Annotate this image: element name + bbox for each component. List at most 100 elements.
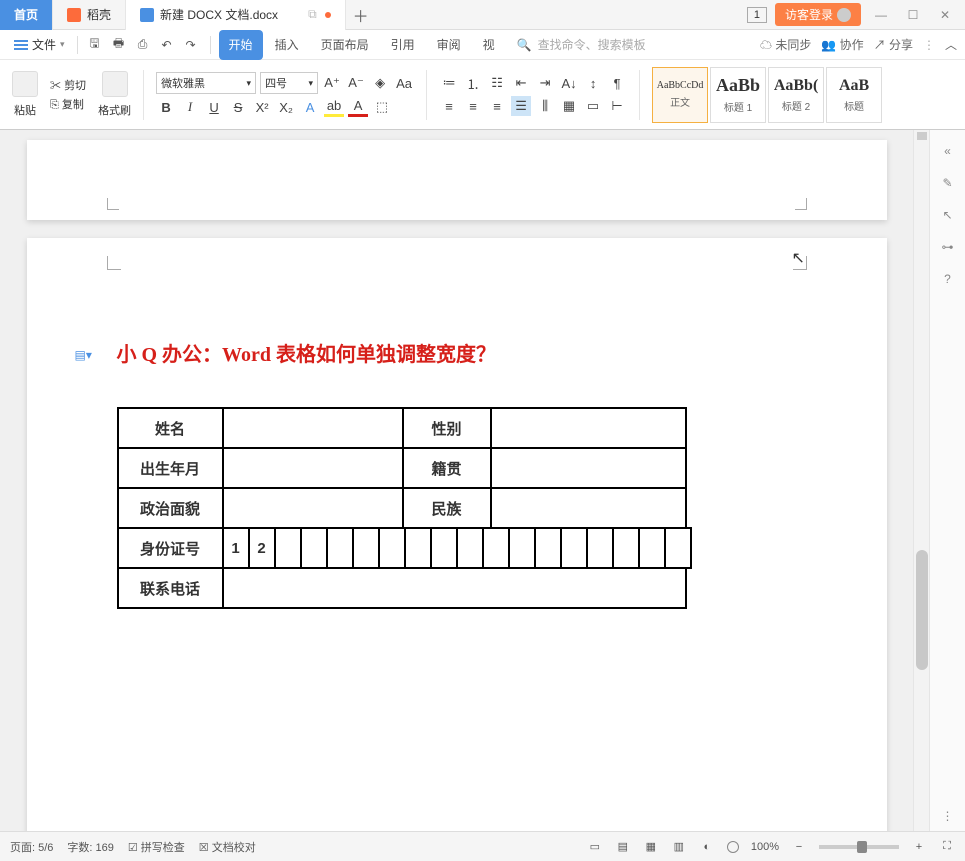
paste-button[interactable]: 粘贴 [8, 65, 42, 125]
pen-icon[interactable]: ✎ [942, 176, 952, 190]
close-button[interactable]: ✕ [933, 8, 957, 22]
cell-phone-label[interactable]: 联系电话 [118, 568, 223, 608]
file-menu[interactable]: 文件▾ [8, 36, 71, 53]
tabstop-icon[interactable]: ⊢ [607, 96, 627, 116]
cell-birth-label[interactable]: 出生年月 [118, 448, 223, 488]
align-left-icon[interactable]: ≡ [439, 96, 459, 116]
zoom-slider[interactable] [819, 845, 899, 849]
linespacing-icon[interactable]: ↕ [583, 73, 603, 93]
rail-more-icon[interactable]: ⋮ [942, 809, 954, 823]
id-digit[interactable] [457, 528, 483, 568]
showmarks-icon[interactable]: ¶ [607, 73, 627, 93]
align-justify-icon[interactable]: ☰ [511, 96, 531, 116]
zoom-out-icon[interactable]: − [791, 839, 807, 855]
font-select[interactable]: 微软雅黑▾ [156, 72, 256, 94]
new-tab-button[interactable]: ＋ [346, 3, 376, 27]
proofread-button[interactable]: ☒ 文档校对 [199, 839, 256, 855]
charbg-button[interactable]: ⬚ [372, 97, 392, 117]
rail-collapse-icon[interactable]: « [944, 144, 951, 158]
tab-reference[interactable]: 引用 [381, 30, 425, 60]
change-case-icon[interactable]: Aa [394, 73, 414, 93]
section-icon[interactable]: ▤▾ [75, 348, 93, 362]
decrease-font-icon[interactable]: A⁻ [346, 73, 366, 93]
id-digit[interactable] [301, 528, 327, 568]
maximize-button[interactable]: ☐ [901, 8, 925, 22]
bold-button[interactable]: B [156, 97, 176, 117]
tab-insert[interactable]: 插入 [265, 30, 309, 60]
readmode-icon[interactable]: ▭ [587, 839, 603, 855]
strike-button[interactable]: S [228, 97, 248, 117]
id-digit[interactable] [379, 528, 405, 568]
info-table[interactable]: 姓名 性别 出生年月 籍贯 政治面貌 民族 [117, 407, 687, 529]
shading-icon[interactable]: ▦ [559, 96, 579, 116]
id-digit[interactable] [535, 528, 561, 568]
id-digit[interactable] [405, 528, 431, 568]
undo-icon[interactable]: ↶ [156, 34, 178, 56]
distribute-icon[interactable]: ⫼ [535, 96, 555, 116]
zoom-in-icon[interactable]: + [911, 839, 927, 855]
format-brush-button[interactable]: 格式刷 [94, 65, 135, 125]
tab-view[interactable]: 视 [473, 30, 505, 60]
word-count[interactable]: 字数: 169 [67, 839, 113, 855]
clear-format-icon[interactable]: ◈ [370, 73, 390, 93]
id-digit[interactable]: 1 [223, 528, 249, 568]
cell-political-label[interactable]: 政治面貌 [118, 488, 223, 528]
cell-native-value[interactable] [491, 448, 686, 488]
outline-icon[interactable]: ▥ [671, 839, 687, 855]
cell-nation-label[interactable]: 民族 [403, 488, 491, 528]
align-center-icon[interactable]: ≡ [463, 96, 483, 116]
unsync-button[interactable]: ☁ 未同步 [760, 36, 811, 53]
id-digit[interactable] [665, 528, 691, 568]
id-digit[interactable] [483, 528, 509, 568]
redo-icon[interactable]: ↷ [180, 34, 202, 56]
fullscreen-icon[interactable]: ⛶ [939, 839, 955, 855]
bullets-icon[interactable]: ≔ [439, 73, 459, 93]
minimize-button[interactable]: — [869, 8, 893, 22]
document-scroll[interactable]: ▤▾ ↖ 小 Q 办公：Word 表格如何单独调整宽度？ 姓名 性别 出生年月 … [0, 130, 913, 831]
tab-review[interactable]: 审阅 [427, 30, 471, 60]
cell-sex-value[interactable] [491, 408, 686, 448]
cell-political-value[interactable] [223, 488, 403, 528]
id-digit[interactable] [327, 528, 353, 568]
id-digit[interactable]: 2 [249, 528, 275, 568]
cell-sex-label[interactable]: 性别 [403, 408, 491, 448]
share-button[interactable]: ↗ 分享 [874, 36, 913, 53]
phone-table[interactable]: 联系电话 [117, 567, 687, 609]
fontsize-select[interactable]: 四号▾ [260, 72, 318, 94]
cell-native-label[interactable]: 籍贯 [403, 448, 491, 488]
underline-button[interactable]: U [204, 97, 224, 117]
style-title[interactable]: AaB标题 [826, 67, 882, 123]
erase-icon[interactable]: ◐ [699, 839, 715, 855]
numbering-icon[interactable]: ⒈ [463, 73, 483, 93]
vertical-scrollbar[interactable] [913, 130, 929, 831]
highlight-button[interactable]: ab [324, 97, 344, 117]
zoom-label[interactable]: 100% [751, 841, 779, 853]
id-digit[interactable] [639, 528, 665, 568]
cell-name-label[interactable]: 姓名 [118, 408, 223, 448]
search-box[interactable]: 🔍查找命令、搜索模板 [517, 36, 687, 53]
style-h2[interactable]: AaBb(标题 2 [768, 67, 824, 123]
id-digit[interactable] [587, 528, 613, 568]
page-indicator[interactable]: 页面: 5/6 [10, 839, 53, 855]
tab-home[interactable]: 首页 [0, 0, 53, 30]
collapse-ribbon-icon[interactable]: ︿ [945, 36, 957, 53]
cell-name-value[interactable] [223, 408, 403, 448]
id-table[interactable]: 身份证号 1 2 [117, 527, 692, 569]
multilevel-icon[interactable]: ☷ [487, 73, 507, 93]
cell-birth-value[interactable] [223, 448, 403, 488]
preview-icon[interactable]: ⎙ [132, 34, 154, 56]
scroll-thumb[interactable] [916, 550, 928, 670]
cell-idno-label[interactable]: 身份证号 [118, 528, 223, 568]
increase-font-icon[interactable]: A⁺ [322, 73, 342, 93]
window-index[interactable]: 1 [747, 7, 767, 23]
collab-button[interactable]: 👥 协作 [821, 36, 863, 53]
tab-popup-icon[interactable]: ⧉ [308, 7, 317, 22]
login-button[interactable]: 访客登录 [775, 3, 861, 26]
style-h1[interactable]: AaBb标题 1 [710, 67, 766, 123]
gear-icon[interactable] [727, 841, 739, 853]
superscript-button[interactable]: X² [252, 97, 272, 117]
cell-nation-value[interactable] [491, 488, 686, 528]
cut-button[interactable]: ✂ 剪切 [50, 77, 86, 93]
copy-button[interactable]: ⎘ 复制 [50, 96, 86, 112]
id-digit[interactable] [431, 528, 457, 568]
